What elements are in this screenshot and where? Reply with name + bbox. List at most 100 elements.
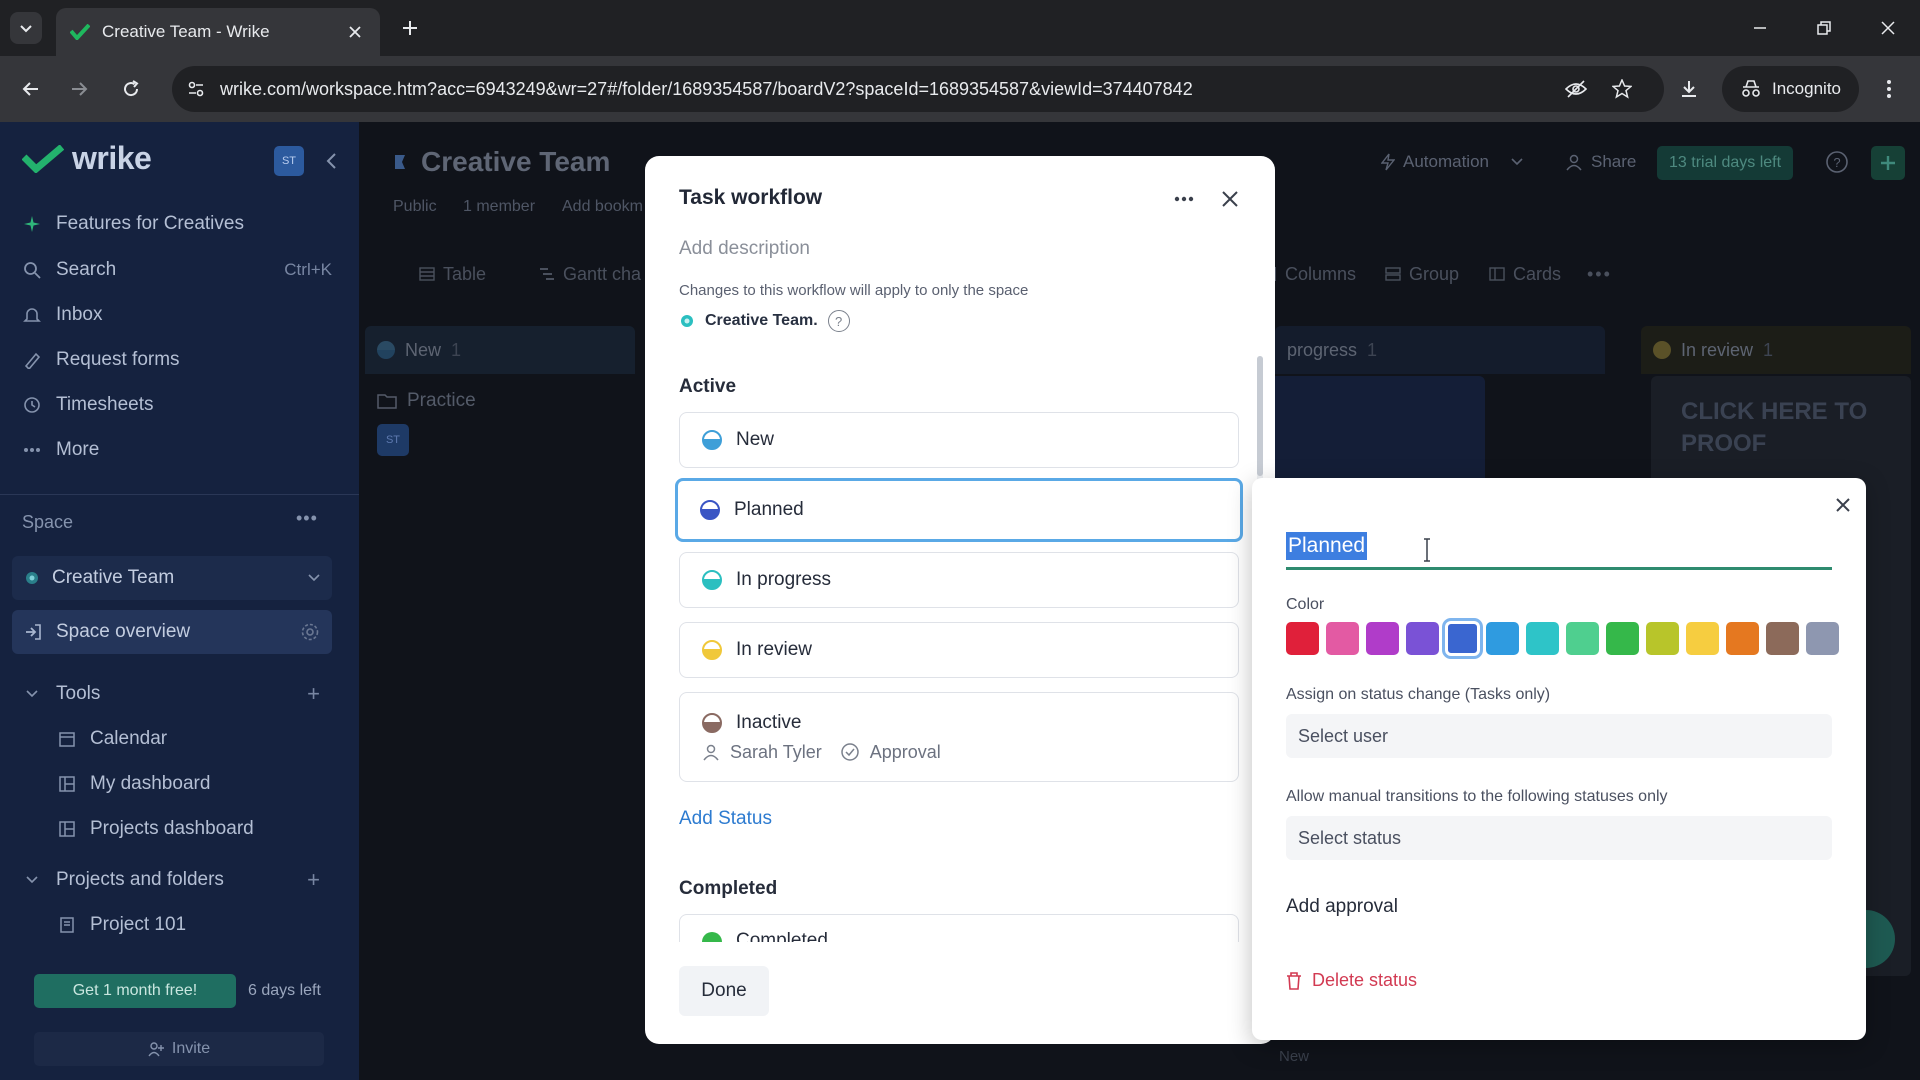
column-header-new[interactable]: New 1 (365, 326, 635, 374)
color-swatch[interactable] (1526, 622, 1559, 655)
download-icon[interactable] (1672, 72, 1706, 106)
sidebar-item-label: Calendar (90, 728, 168, 749)
color-swatch[interactable] (1442, 618, 1483, 659)
select-user-dropdown[interactable]: Select user (1286, 714, 1832, 758)
color-swatch[interactable] (1726, 622, 1759, 655)
new-tab-plus-icon[interactable] (396, 14, 424, 42)
cards-button[interactable]: Cards (1489, 256, 1561, 292)
task-card-practice[interactable]: Practice ST (377, 380, 667, 490)
color-swatch[interactable] (1766, 622, 1799, 655)
browser-toolbar: wrike.com/workspace.htm?acc=6943249&wr=2… (0, 56, 1920, 122)
create-plus-icon[interactable] (1871, 146, 1905, 180)
select-status-dropdown[interactable]: Select status (1286, 816, 1832, 860)
bookmark-star-icon[interactable] (1608, 75, 1636, 103)
invite-button[interactable]: Invite (34, 1032, 324, 1066)
status-name-input[interactable]: Planned (1286, 528, 1832, 570)
help-icon[interactable]: ? (827, 310, 850, 332)
members-label[interactable]: 1 member (463, 198, 535, 216)
space-overview-item[interactable]: Space overview (12, 610, 332, 654)
minimize-icon[interactable] (1740, 12, 1780, 44)
column-header-in-review[interactable]: In review 1 (1641, 326, 1911, 374)
share-button[interactable]: Share (1565, 144, 1636, 180)
trial-days-left: 6 days left (248, 982, 321, 999)
get-free-month-button[interactable]: Get 1 month free! (34, 974, 236, 1008)
add-approval-link[interactable]: Add approval (1286, 896, 1398, 918)
status-row-in-review[interactable]: In review (679, 622, 1239, 678)
view-tab-gantt[interactable]: Gantt cha (539, 256, 641, 292)
address-bar[interactable]: wrike.com/workspace.htm?acc=6943249&wr=2… (172, 66, 1664, 112)
tab-list-button[interactable] (10, 12, 42, 44)
space-options-icon[interactable]: ••• (296, 508, 318, 529)
svg-text:?: ? (1833, 155, 1840, 170)
sidebar-item-projects-dashboard[interactable]: Projects dashboard (58, 812, 254, 846)
sidebar-item-inbox[interactable]: Inbox (22, 297, 332, 333)
reload-icon[interactable] (114, 72, 148, 106)
browser-tab-active[interactable]: Creative Team - Wrike (56, 8, 380, 56)
status-row-inactive[interactable]: Inactive Sarah Tyler Approval (679, 692, 1239, 782)
avatar[interactable]: ST (377, 424, 409, 456)
forward-arrow-icon[interactable] (62, 72, 96, 106)
help-icon[interactable]: ? (1825, 144, 1849, 180)
sidebar-item-timesheets[interactable]: Timesheets (22, 387, 332, 423)
gantt-icon (540, 268, 554, 280)
tools-section-header[interactable]: Tools + (22, 676, 332, 712)
color-swatch[interactable] (1646, 622, 1679, 655)
status-row-new[interactable]: New (679, 412, 1239, 468)
color-swatch[interactable] (1686, 622, 1719, 655)
incognito-indicator[interactable]: Incognito (1722, 66, 1859, 112)
space-selector[interactable]: Creative Team (12, 556, 332, 600)
browser-menu-icon[interactable] (1872, 72, 1906, 106)
projects-section-header[interactable]: Projects and folders + (22, 862, 332, 898)
color-swatch[interactable] (1366, 622, 1399, 655)
window-close-icon[interactable] (1868, 12, 1908, 44)
add-bookmark-link[interactable]: Add bookm (562, 198, 643, 216)
done-button[interactable]: Done (679, 966, 769, 1016)
color-swatch[interactable] (1406, 622, 1439, 655)
color-swatch[interactable] (1286, 622, 1319, 655)
modal-scrollbar-thumb[interactable] (1257, 356, 1263, 476)
view-tab-table[interactable]: Table (419, 256, 486, 292)
sidebar-item-search[interactable]: Search Ctrl+K (22, 252, 332, 288)
modal-more-icon[interactable] (1169, 186, 1199, 212)
color-swatch[interactable] (1486, 622, 1519, 655)
sidebar-item-features[interactable]: Features for Creatives (22, 206, 332, 242)
trial-days-button[interactable]: 13 trial days left (1657, 146, 1794, 180)
sidebar-item-my-dashboard[interactable]: My dashboard (58, 767, 210, 801)
color-swatch[interactable] (1606, 622, 1639, 655)
add-status-link[interactable]: Add Status (679, 808, 772, 830)
color-swatch[interactable] (1806, 622, 1839, 655)
sidebar-item-project-101[interactable]: Project 101 (58, 908, 186, 942)
add-description-input[interactable]: Add description (679, 238, 810, 260)
delete-status-button[interactable]: Delete status (1286, 970, 1417, 991)
color-swatch[interactable] (1566, 622, 1599, 655)
view-more-icon[interactable]: ••• (1587, 256, 1612, 292)
proof-image-text: CLICK HERE TO PROOF (1681, 398, 1868, 457)
color-swatch[interactable] (1326, 622, 1359, 655)
group-button[interactable]: Group (1385, 256, 1459, 292)
back-arrow-icon[interactable] (14, 72, 48, 106)
sidebar-item-request-forms[interactable]: Request forms (22, 342, 332, 378)
status-row-in-progress[interactable]: In progress (679, 552, 1239, 608)
modal-close-icon[interactable] (1215, 184, 1245, 214)
space-icon (395, 155, 405, 169)
add-project-plus-icon[interactable]: + (307, 867, 320, 893)
wrike-logo[interactable]: wrike (22, 140, 152, 177)
avatar[interactable]: ST (274, 146, 304, 176)
visibility-label[interactable]: Public (393, 198, 437, 216)
automation-button[interactable]: Automation (1381, 144, 1523, 180)
status-row-completed[interactable]: Completed (679, 914, 1239, 942)
editor-close-icon[interactable] (1828, 490, 1858, 520)
columns-button[interactable]: Columns (1273, 256, 1356, 292)
eye-off-icon[interactable] (1562, 75, 1590, 103)
site-settings-icon[interactable] (176, 69, 216, 109)
sidebar-item-calendar[interactable]: Calendar (58, 722, 167, 756)
status-row-planned[interactable]: Planned (675, 478, 1243, 542)
gear-icon[interactable] (300, 622, 320, 642)
sidebar-item-more[interactable]: More (22, 432, 332, 468)
collapse-sidebar-icon[interactable] (320, 150, 342, 172)
column-header-in-progress[interactable]: progress 1 (1275, 326, 1605, 374)
restore-icon[interactable] (1804, 12, 1844, 44)
add-tool-plus-icon[interactable]: + (307, 681, 320, 707)
automation-label: Automation (1403, 152, 1489, 171)
tab-close-icon[interactable] (344, 21, 366, 43)
